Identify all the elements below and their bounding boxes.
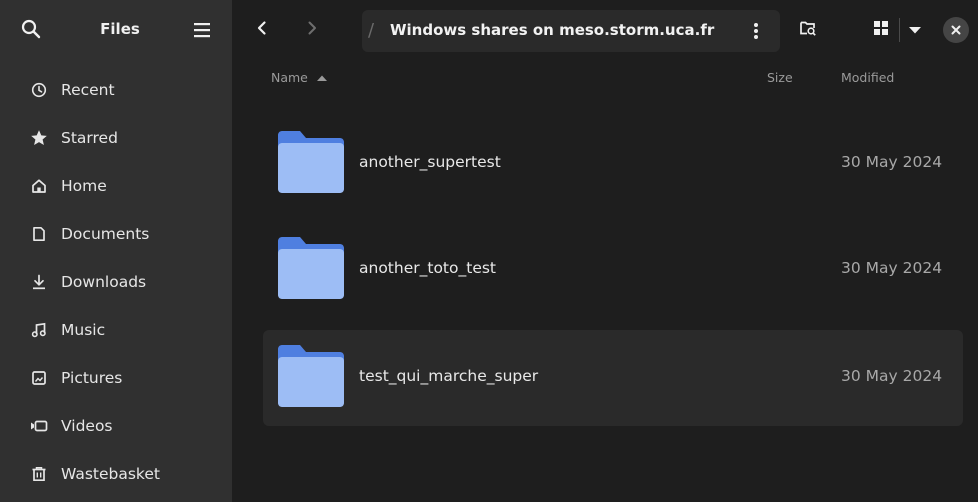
folder-icon [278, 344, 344, 408]
music-icon [30, 321, 48, 339]
search-folder-button[interactable] [796, 18, 820, 42]
column-header-size[interactable]: Size [767, 70, 793, 85]
sidebar-item-label: Recent [61, 81, 115, 99]
file-name: another_toto_test [359, 259, 497, 277]
file-modified: 30 May 2024 [841, 153, 943, 171]
file-row[interactable]: test_qui_marche_super 30 May 2024 [263, 330, 963, 426]
sidebar-header: Files [0, 0, 232, 62]
home-icon [30, 177, 48, 195]
picture-icon [30, 369, 48, 387]
sort-ascending-icon [316, 74, 328, 82]
chevron-right-icon [304, 20, 320, 40]
main-content: / Windows shares on meso.storm.uca.fr Na… [232, 0, 978, 502]
clock-icon [30, 81, 48, 99]
path-separator: / [368, 20, 375, 41]
hamburger-menu-icon[interactable] [192, 20, 212, 40]
sidebar-item-downloads[interactable]: Downloads [0, 258, 232, 306]
folder-icon [278, 130, 344, 194]
more-options-icon[interactable] [746, 20, 766, 42]
forward-button[interactable] [300, 18, 324, 42]
column-header-name[interactable]: Name [271, 70, 328, 85]
view-options-button[interactable] [904, 18, 926, 42]
close-button[interactable] [943, 17, 969, 43]
star-icon [30, 129, 48, 147]
folder-search-icon [799, 19, 817, 41]
sidebar-item-home[interactable]: Home [0, 162, 232, 210]
sidebar-item-music[interactable]: Music [0, 306, 232, 354]
sidebar-item-videos[interactable]: Videos [0, 402, 232, 450]
current-location[interactable]: Windows shares on meso.storm.uca.fr [390, 21, 714, 39]
chevron-down-icon [908, 21, 922, 39]
chevron-left-icon [254, 20, 270, 40]
sidebar-item-pictures[interactable]: Pictures [0, 354, 232, 402]
file-row[interactable]: another_supertest 30 May 2024 [263, 116, 963, 212]
file-name: another_supertest [359, 153, 501, 171]
file-modified: 30 May 2024 [841, 259, 943, 277]
column-header-modified[interactable]: Modified [841, 70, 894, 85]
sidebar-item-label: Pictures [61, 369, 123, 387]
sidebar: Files Recent Starred Home Documents Down… [0, 0, 232, 502]
file-modified: 30 May 2024 [841, 367, 943, 385]
video-icon [30, 417, 48, 435]
sidebar-item-label: Home [61, 177, 107, 195]
column-header-name-label: Name [271, 70, 308, 85]
download-icon [30, 273, 48, 291]
sidebar-item-documents[interactable]: Documents [0, 210, 232, 258]
toolbar-divider [899, 18, 900, 42]
grid-view-button[interactable] [870, 18, 892, 42]
sidebar-item-label: Starred [61, 129, 118, 147]
sidebar-item-wastebasket[interactable]: Wastebasket [0, 450, 232, 498]
sidebar-item-label: Wastebasket [61, 465, 160, 483]
path-bar[interactable]: / Windows shares on meso.storm.uca.fr [362, 10, 780, 52]
header-bar: / Windows shares on meso.storm.uca.fr [232, 0, 978, 62]
document-icon [30, 225, 48, 243]
file-name: test_qui_marche_super [359, 367, 539, 385]
folder-icon [278, 236, 344, 300]
close-icon [951, 21, 961, 39]
back-button[interactable] [250, 18, 274, 42]
sidebar-item-label: Videos [61, 417, 113, 435]
trash-icon [30, 465, 48, 483]
sidebar-item-label: Documents [61, 225, 150, 243]
sidebar-item-starred[interactable]: Starred [0, 114, 232, 162]
sidebar-item-recent[interactable]: Recent [0, 66, 232, 114]
sidebar-item-label: Music [61, 321, 106, 339]
file-row[interactable]: another_toto_test 30 May 2024 [263, 222, 963, 318]
grid-icon [873, 20, 889, 40]
sidebar-item-label: Downloads [61, 273, 147, 291]
